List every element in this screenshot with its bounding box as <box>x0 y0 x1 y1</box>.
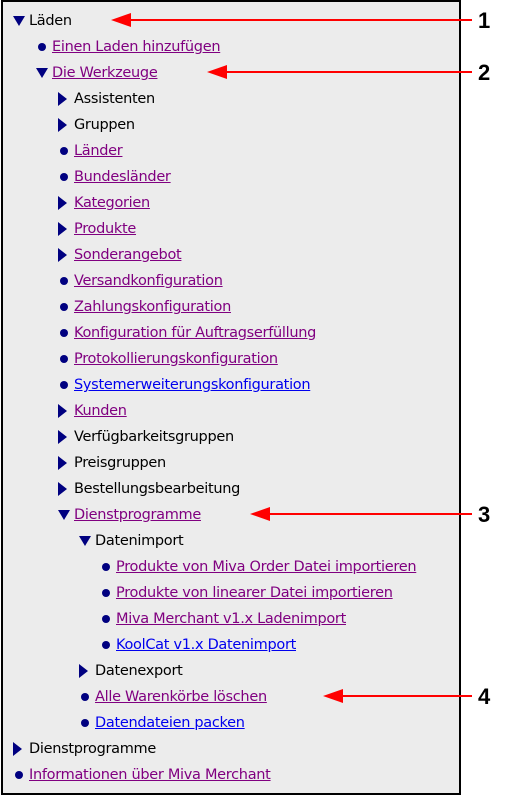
callout-arrowhead <box>250 507 270 521</box>
callout-arrowhead <box>323 689 343 703</box>
callout-number: 4 <box>478 684 491 709</box>
callout-annotations: 1 2 3 4 <box>111 8 491 709</box>
callout-number: 3 <box>478 502 490 527</box>
callout-arrowhead <box>111 13 131 27</box>
callout-arrowhead <box>207 65 227 79</box>
callout-number: 1 <box>478 8 490 33</box>
callout-number: 2 <box>478 60 490 85</box>
